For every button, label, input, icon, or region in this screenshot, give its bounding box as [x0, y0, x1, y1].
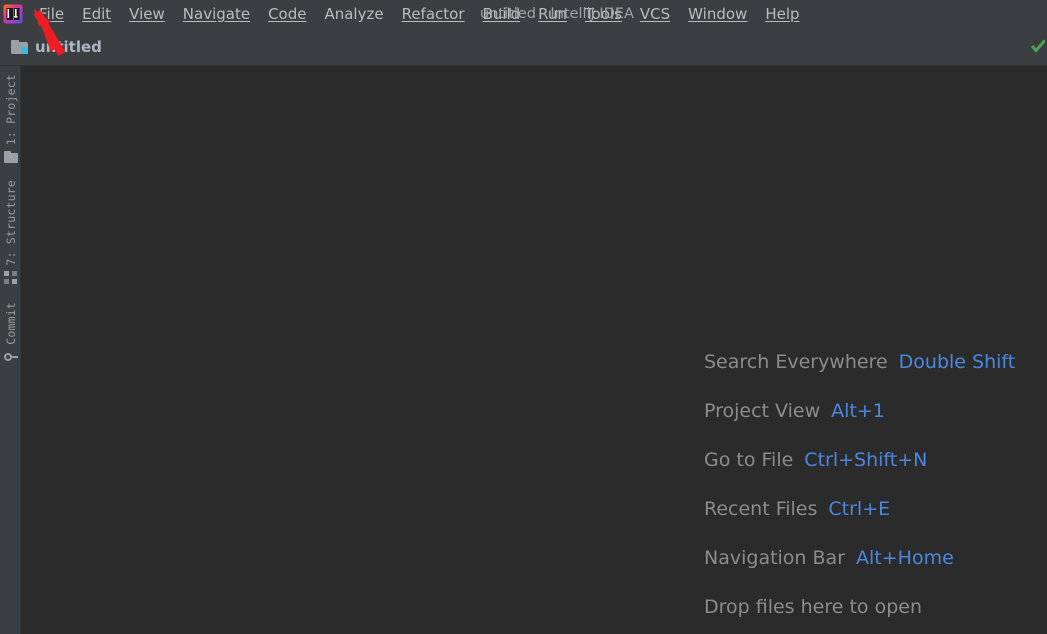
menu-label-navigate: Navigate: [182, 5, 251, 23]
menu-item-window[interactable]: Window: [679, 0, 756, 28]
tip-shortcut: Ctrl+E: [828, 497, 891, 520]
sidebar-item-project[interactable]: 1: Project: [0, 74, 21, 165]
menu-item-build[interactable]: Build: [474, 0, 530, 28]
tip-shortcut: Ctrl+Shift+N: [804, 448, 928, 471]
tip-label: Project View: [704, 399, 821, 422]
menu-item-file[interactable]: File: [30, 0, 73, 28]
structure-icon: [3, 269, 19, 285]
tip-shortcut: Alt+Home: [856, 546, 954, 569]
tip-drop-files: Drop files here to open: [704, 582, 1015, 631]
sidebar-item-structure[interactable]: 7: Structure: [0, 180, 21, 285]
tip-label: Navigation Bar: [704, 546, 846, 569]
tip-label: Recent Files: [704, 497, 818, 520]
menu-item-tools[interactable]: Tools: [576, 0, 631, 28]
menu-items: File Edit View Navigate Code Analyze Ref…: [30, 0, 809, 28]
menu-label-refactor: Refactor: [401, 5, 465, 23]
menu-label-edit: Edit: [82, 5, 112, 23]
breadcrumb-item-project[interactable]: untitled: [7, 36, 106, 58]
breadcrumb-label: untitled: [35, 37, 102, 56]
menu-label-build: Build: [482, 5, 521, 23]
menu-label-help: Help: [765, 5, 800, 23]
menu-item-vcs[interactable]: VCS: [631, 0, 679, 28]
menu-item-code[interactable]: Code: [259, 0, 315, 28]
sidebar-item-commit-label: Commit: [3, 302, 18, 345]
menu-item-analyze[interactable]: Analyze: [315, 0, 392, 28]
navigation-bar: untitled: [0, 28, 1047, 66]
tip-label: Go to File: [704, 448, 794, 471]
menu-label-code: Code: [268, 5, 307, 23]
tip-shortcut: Alt+1: [831, 399, 885, 422]
menu-item-refactor[interactable]: Refactor: [393, 0, 474, 28]
intellij-idea-logo-icon[interactable]: [2, 3, 24, 25]
tip-search-everywhere[interactable]: Search Everywhere Double Shift: [704, 337, 1015, 386]
sidebar-item-structure-label: 7: Structure: [3, 180, 18, 266]
sidebar-item-project-label: 1: Project: [3, 74, 18, 146]
intellij-idea-window: File Edit View Navigate Code Analyze Ref…: [0, 0, 1047, 634]
menu-item-navigate[interactable]: Navigate: [174, 0, 259, 28]
menu-label-view: View: [129, 5, 165, 23]
commit-icon: [3, 349, 19, 365]
menu-label-tools: Tools: [584, 5, 622, 23]
menu-label-window: Window: [688, 5, 748, 23]
tip-shortcut: Double Shift: [898, 350, 1016, 373]
sidebar-item-commit[interactable]: Commit: [0, 302, 21, 365]
empty-editor-tips: Search Everywhere Double Shift Project V…: [704, 337, 1015, 631]
tip-label: Search Everywhere: [704, 350, 888, 373]
menu-item-run[interactable]: Run: [529, 0, 576, 28]
folder-icon: [3, 149, 19, 165]
tip-recent-files[interactable]: Recent Files Ctrl+E: [704, 484, 1015, 533]
menu-item-edit[interactable]: Edit: [73, 0, 120, 28]
menu-bar: File Edit View Navigate Code Analyze Ref…: [0, 0, 1047, 28]
project-folder-icon: [11, 39, 28, 54]
menu-label-file: File: [39, 5, 65, 23]
menu-item-help[interactable]: Help: [756, 0, 808, 28]
menu-label-vcs: VCS: [639, 5, 671, 23]
menu-label-analyze: Analyze: [324, 5, 384, 23]
menu-item-view[interactable]: View: [120, 0, 174, 28]
editor-empty-area[interactable]: Search Everywhere Double Shift Project V…: [21, 66, 1047, 634]
tip-label: Drop files here to open: [704, 595, 923, 618]
menu-label-run: Run: [538, 5, 567, 23]
tip-navigation-bar[interactable]: Navigation Bar Alt+Home: [704, 533, 1015, 582]
inspections-ok-checkmark-icon[interactable]: [1029, 38, 1047, 54]
tip-go-to-file[interactable]: Go to File Ctrl+Shift+N: [704, 435, 1015, 484]
tip-project-view[interactable]: Project View Alt+1: [704, 386, 1015, 435]
left-tool-window-strip: 1: Project 7: Structure Commit: [0, 66, 21, 634]
